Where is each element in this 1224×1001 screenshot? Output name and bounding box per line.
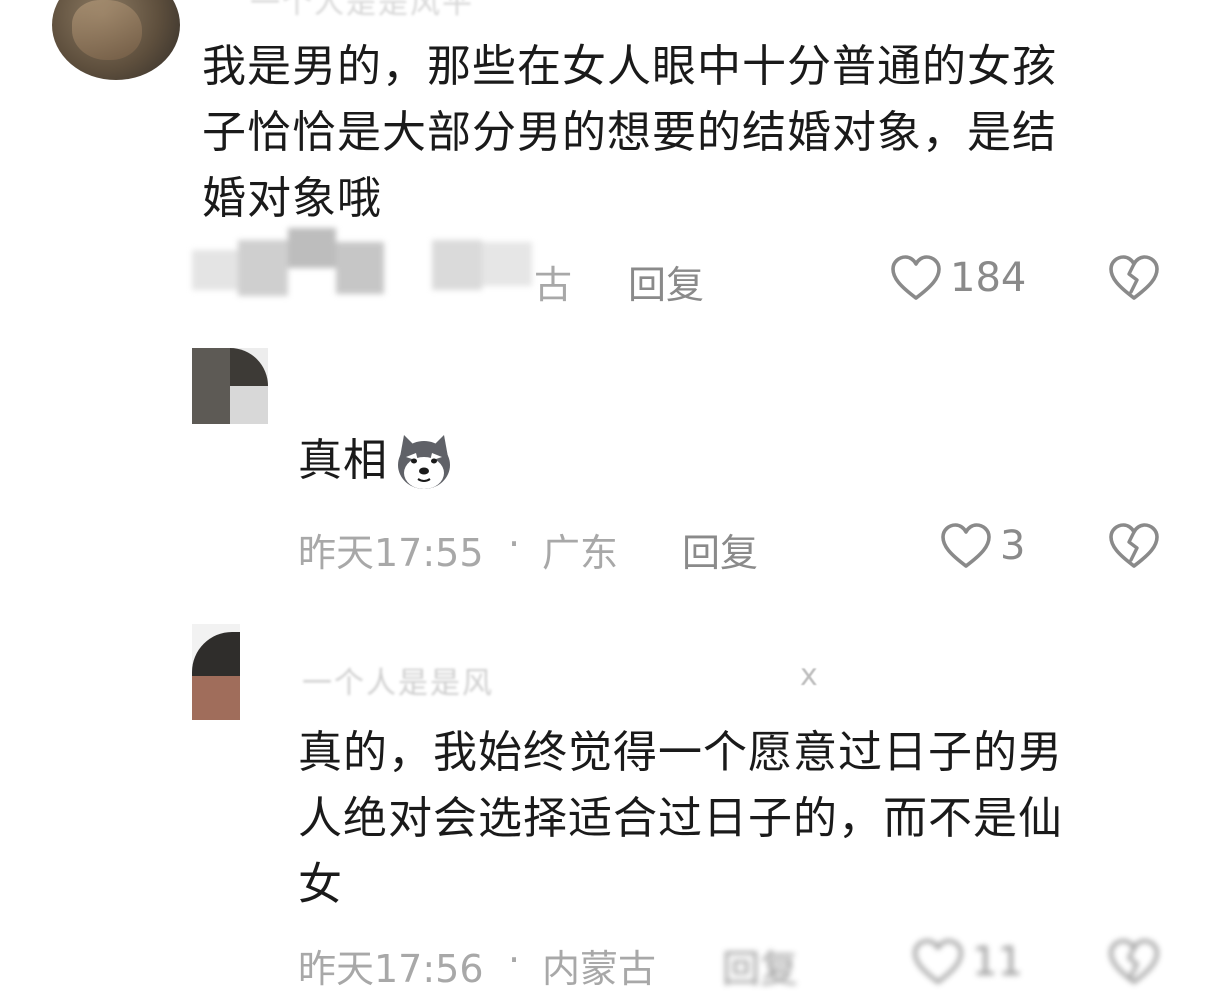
comment-text-line: 人绝对会选择适合过日子的，而不是仙 bbox=[298, 793, 1063, 844]
heart-outline-icon bbox=[941, 523, 991, 568]
like-count: 11 bbox=[972, 939, 1023, 985]
username[interactable]: 一个人是是风 bbox=[302, 658, 494, 702]
comment-text-line: 真的，我始终觉得一个愿意过日子的男 bbox=[298, 727, 1063, 778]
comment-location: 古 bbox=[534, 263, 573, 307]
reply-button[interactable]: 回复 bbox=[722, 938, 798, 993]
broken-heart-icon bbox=[1109, 255, 1159, 300]
dislike-button[interactable] bbox=[1108, 938, 1160, 990]
comment-text-line: 子恰恰是大部分男的想要的结婚对象，是结 bbox=[202, 107, 1057, 158]
like-button[interactable]: 3 bbox=[940, 522, 1025, 570]
comment-thread: 一个人是是风平 我是男的，那些在女人眼中十分普通的女孩 子恰恰是大部分男的想要的… bbox=[0, 0, 1224, 1001]
avatar[interactable] bbox=[192, 348, 268, 424]
like-count: 184 bbox=[950, 255, 1027, 301]
like-button[interactable]: 184 bbox=[890, 254, 1026, 302]
comment-location: 内蒙古 bbox=[542, 947, 657, 991]
heart-outline-icon bbox=[913, 939, 963, 984]
username-suffix: x bbox=[800, 658, 820, 693]
meta-separator: · bbox=[508, 522, 521, 566]
comment-text-line: 我是男的，那些在女人眼中十分普通的女孩 bbox=[202, 41, 1057, 92]
avatar[interactable] bbox=[192, 624, 240, 720]
comment-time: 昨天17:56 bbox=[298, 947, 484, 991]
broken-heart-icon bbox=[1109, 523, 1159, 568]
reply-button[interactable]: 回复 bbox=[628, 254, 704, 309]
dislike-button[interactable] bbox=[1108, 254, 1160, 306]
like-button[interactable]: 11 bbox=[912, 938, 1023, 986]
broken-heart-icon bbox=[1109, 939, 1159, 984]
heart-outline-icon bbox=[891, 255, 941, 300]
dislike-button[interactable] bbox=[1108, 522, 1160, 574]
avatar[interactable] bbox=[52, 0, 180, 80]
comment-text-line: 女 bbox=[298, 859, 343, 910]
comment-text-body: 真相 bbox=[298, 435, 388, 486]
username[interactable]: 一个人是是风平 bbox=[250, 0, 474, 22]
censored-meta-mosaic bbox=[192, 228, 552, 300]
husky-dog-emoji-icon bbox=[398, 435, 450, 489]
comment-location: 广东 bbox=[542, 531, 619, 575]
meta-separator: · bbox=[508, 938, 521, 982]
reply-button[interactable]: 回复 bbox=[682, 522, 758, 577]
like-count: 3 bbox=[1000, 523, 1026, 569]
comment-time: 昨天17:55 bbox=[298, 531, 484, 575]
comment-text-line: 婚对象哦 bbox=[202, 173, 382, 224]
comment-text: 真相 bbox=[298, 428, 456, 494]
